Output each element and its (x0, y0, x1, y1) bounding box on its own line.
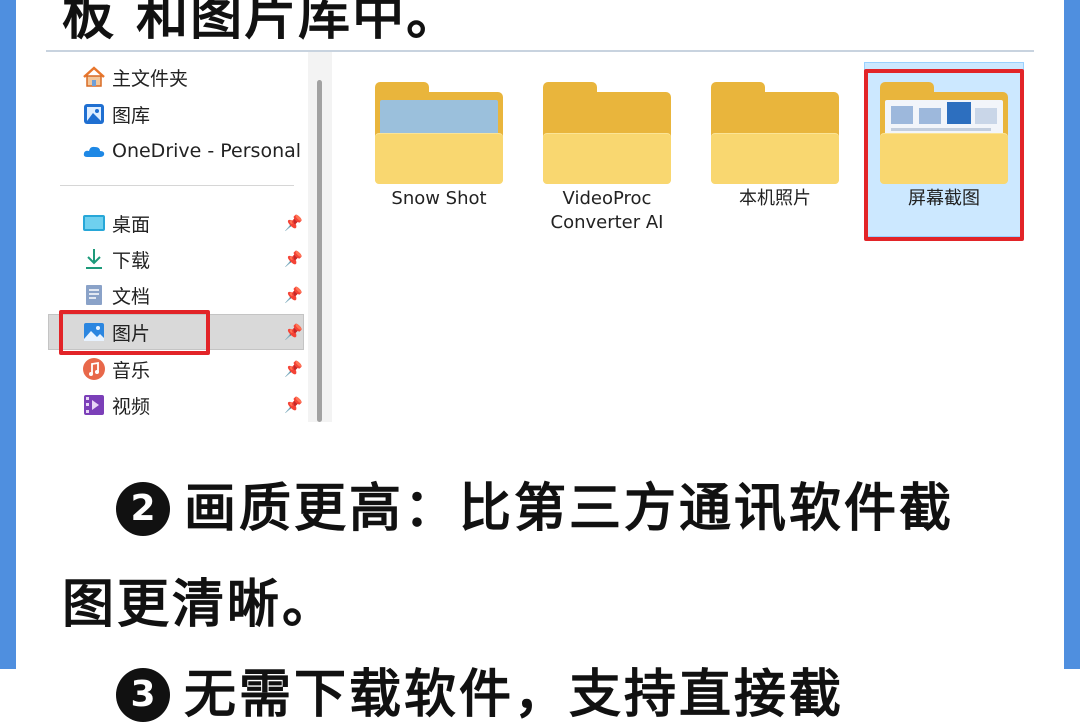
nav-item-gallery[interactable]: 图库 (82, 99, 150, 129)
folder-label: Snow Shot (391, 188, 487, 209)
pin-icon[interactable]: 📌 (284, 214, 303, 232)
caption-top-line: 板 和图片库中。 (62, 0, 461, 47)
music-icon (82, 357, 106, 381)
nav-item-label: 图库 (112, 104, 151, 127)
number-badge: 2 (116, 482, 170, 536)
nav-scrollbar-thumb[interactable] (317, 80, 322, 422)
nav-item-label: OneDrive - Personal (112, 140, 302, 162)
nav-item-documents[interactable]: 文档 (82, 280, 150, 310)
gallery-icon (82, 102, 106, 126)
folder-tile-snow-shot[interactable]: Snow Shot (359, 82, 519, 211)
nav-item-downloads[interactable]: 下载 (82, 244, 150, 274)
document-icon (82, 283, 106, 307)
desktop-icon (82, 211, 106, 235)
nav-item-label: 下载 (112, 249, 151, 272)
nav-item-onedrive[interactable]: OneDrive - Personal (82, 136, 301, 166)
nav-item-desktop[interactable]: 桌面 (82, 208, 150, 238)
screenshots-highlight-box (864, 69, 1024, 241)
video-icon (82, 393, 106, 417)
point-2-line-2: 图更清晰。 (62, 575, 338, 635)
nav-item-label: 文档 (112, 285, 151, 308)
nav-item-label: 桌面 (112, 213, 151, 236)
pin-icon[interactable]: 📌 (284, 323, 303, 341)
folder-label: 本机照片 (739, 188, 811, 209)
pin-icon[interactable]: 📌 (284, 286, 303, 304)
point-2-line-1: 2 画质更高：比第三方通讯软件截 (116, 466, 954, 541)
folder-icon (543, 82, 671, 185)
folder-tile-videoproc[interactable]: VideoProc Converter AI (527, 82, 687, 235)
navigation-pane: 主文件夹 图库 OneDrive - Personal 桌面 下载 文档 图片 … (46, 52, 331, 422)
nav-item-label: 音乐 (112, 359, 151, 382)
right-frame-border (1064, 0, 1080, 669)
pin-icon[interactable]: 📌 (284, 396, 303, 414)
folder-label: VideoProc Converter AI (550, 188, 664, 233)
left-frame-border (0, 0, 16, 669)
download-icon (82, 247, 106, 271)
point-3-partial-line: 3 无需下载软件，支持直接截 (116, 652, 844, 727)
home-icon (82, 65, 106, 89)
nav-item-home[interactable]: 主文件夹 (82, 62, 188, 92)
nav-item-label: 主文件夹 (112, 67, 189, 90)
folder-icon (711, 82, 839, 185)
folder-tile-local-photos[interactable]: 本机照片 (695, 82, 855, 211)
nav-item-videos[interactable]: 视频 (82, 390, 150, 420)
folder-icon (375, 82, 503, 185)
file-explorer-window: 主文件夹 图库 OneDrive - Personal 桌面 下载 文档 图片 … (46, 52, 1034, 422)
pictures-highlight-box (59, 310, 210, 355)
nav-item-music[interactable]: 音乐 (82, 354, 150, 384)
nav-separator (60, 185, 294, 186)
pin-icon[interactable]: 📌 (284, 250, 303, 268)
pin-icon[interactable]: 📌 (284, 360, 303, 378)
nav-item-label: 视频 (112, 395, 151, 418)
number-badge: 3 (116, 668, 170, 722)
onedrive-cloud-icon (82, 139, 106, 163)
